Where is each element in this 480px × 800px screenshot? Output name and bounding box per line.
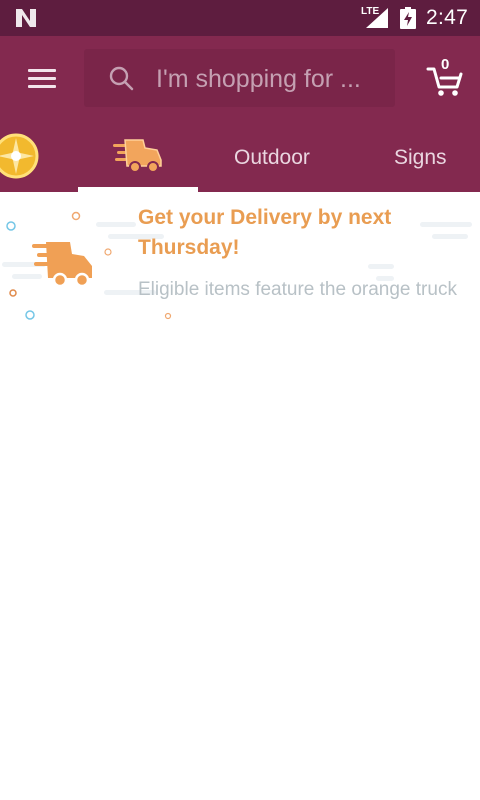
- status-bar: LTE 2:47: [0, 0, 480, 36]
- delivery-headline: Get your Delivery by next Thursday!: [138, 206, 392, 259]
- tab-signs-label: Signs: [394, 146, 447, 169]
- category-tabs: Outdoor Signs: [0, 124, 480, 192]
- search-placeholder: I'm shopping for ...: [156, 65, 361, 93]
- menu-line: [28, 85, 56, 88]
- search-icon: [109, 66, 134, 91]
- cart-count: 0: [441, 56, 450, 73]
- signal-icon: [366, 8, 388, 28]
- tab-signs[interactable]: Signs: [376, 124, 480, 192]
- search-input[interactable]: I'm shopping for ...: [84, 49, 395, 107]
- menu-line: [28, 77, 56, 80]
- tab-outdoor[interactable]: Outdoor: [216, 124, 340, 192]
- delivery-truck-icon: [32, 242, 92, 288]
- menu-button[interactable]: [20, 60, 64, 96]
- gold-badge-icon: [0, 133, 39, 179]
- delivery-banner: Get your Delivery by next Thursday! Elig…: [0, 192, 480, 342]
- clock: 2:47: [426, 6, 469, 29]
- tab-outdoor-label: Outdoor: [234, 146, 310, 169]
- app-bar: I'm shopping for ... 0: [0, 36, 480, 124]
- tab-gold[interactable]: [0, 124, 60, 192]
- tab-delivery[interactable]: [78, 124, 198, 192]
- menu-line: [28, 69, 56, 72]
- delivery-subtext: Eligible items feature the orange truck: [138, 279, 457, 300]
- battery-charging-icon: [400, 7, 416, 29]
- delivery-truck-icon: [113, 139, 162, 173]
- android-n-icon: [16, 9, 36, 27]
